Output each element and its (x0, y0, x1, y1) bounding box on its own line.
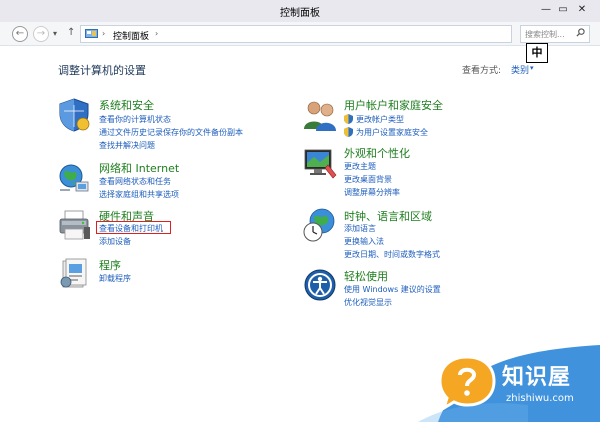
page-title: 调整计算机的设置 (58, 64, 146, 77)
clock-globe-icon[interactable] (302, 207, 338, 243)
uac-shield-icon (344, 127, 353, 137)
link-add-device[interactable]: 添加设备 (99, 236, 131, 247)
category-network-internet[interactable]: 网络和 Internet (99, 160, 179, 176)
category-programs[interactable]: 程序 (99, 257, 121, 273)
category-ease-of-access[interactable]: 轻松使用 (344, 268, 388, 284)
watermark: 知识屋 zhishiwu.com (418, 345, 600, 422)
shield-icon[interactable] (56, 97, 92, 133)
watermark-name: 知识屋 (502, 365, 572, 390)
link-optimize-visual-display[interactable]: 优化视觉显示 (344, 297, 392, 308)
monitor-icon[interactable] (302, 145, 338, 181)
uac-shield-icon (344, 114, 353, 124)
users-icon[interactable] (302, 97, 338, 133)
programs-icon[interactable] (56, 255, 92, 291)
category-system-security[interactable]: 系统和安全 (99, 97, 154, 113)
link-change-input-method[interactable]: 更换输入法 (344, 236, 384, 247)
search-icon (576, 28, 585, 37)
close-button[interactable]: ✕ (571, 2, 593, 18)
forward-button[interactable]: → (33, 26, 49, 42)
navigation-bar: ← → ▾ ↑ › 控制面板 › ▾ ↻ 搜索控制... (0, 22, 600, 46)
window-title: 控制面板 (280, 8, 320, 19)
search-placeholder: 搜索控制... (525, 30, 565, 39)
breadcrumb-separator[interactable]: › (155, 29, 158, 38)
control-panel-icon (85, 29, 98, 38)
link-troubleshoot[interactable]: 查找并解决问题 (99, 140, 155, 151)
search-input[interactable]: 搜索控制... (520, 25, 590, 43)
address-bar[interactable]: › 控制面板 › ▾ ↻ (80, 25, 583, 43)
link-add-language[interactable]: 添加语言 (344, 223, 376, 234)
link-file-history-backup[interactable]: 通过文件历史记录保存你的文件备份副本 (99, 127, 243, 138)
ime-indicator[interactable]: 中 (526, 43, 548, 63)
category-appearance[interactable]: 外观和个性化 (344, 145, 410, 161)
globe-network-icon[interactable] (56, 160, 92, 196)
link-view-computer-status[interactable]: 查看你的计算机状态 (99, 114, 171, 125)
watermark-domain: zhishiwu.com (506, 393, 574, 404)
recent-locations-dropdown[interactable]: ▾ (53, 29, 57, 38)
breadcrumb-control-panel[interactable]: 控制面板 (113, 29, 149, 42)
accessibility-icon[interactable] (302, 267, 338, 303)
link-network-status[interactable]: 查看网络状态和任务 (99, 176, 171, 187)
up-button[interactable]: ↑ (67, 27, 75, 38)
chevron-down-icon[interactable]: ▾ (530, 64, 534, 72)
link-uninstall-program[interactable]: 卸载程序 (99, 273, 131, 284)
link-change-background[interactable]: 更改桌面背景 (344, 174, 392, 185)
link-change-account-type[interactable]: 更改帐户类型 (356, 114, 404, 125)
breadcrumb-separator[interactable]: › (102, 29, 105, 38)
category-user-accounts[interactable]: 用户帐户和家庭安全 (344, 97, 443, 113)
back-button[interactable]: ← (12, 26, 28, 42)
link-homegroup-sharing[interactable]: 选择家庭组和共享选项 (99, 189, 179, 200)
link-adjust-resolution[interactable]: 调整屏幕分辨率 (344, 187, 400, 198)
printer-icon[interactable] (56, 207, 92, 243)
highlight-box (96, 221, 171, 234)
view-by-label: 查看方式: (462, 66, 502, 76)
link-change-date-time-format[interactable]: 更改日期、时间或数字格式 (344, 249, 440, 260)
title-bar: 控制面板 — ▭ ✕ (0, 0, 600, 22)
link-recommended-settings[interactable]: 使用 Windows 建议的设置 (344, 284, 441, 295)
category-clock-language-region[interactable]: 时钟、语言和区域 (344, 208, 432, 224)
question-badge-icon (438, 355, 496, 411)
view-by-dropdown[interactable]: 类别 (511, 63, 529, 76)
link-change-theme[interactable]: 更改主题 (344, 161, 376, 172)
link-family-safety[interactable]: 为用户设置家庭安全 (356, 127, 428, 138)
